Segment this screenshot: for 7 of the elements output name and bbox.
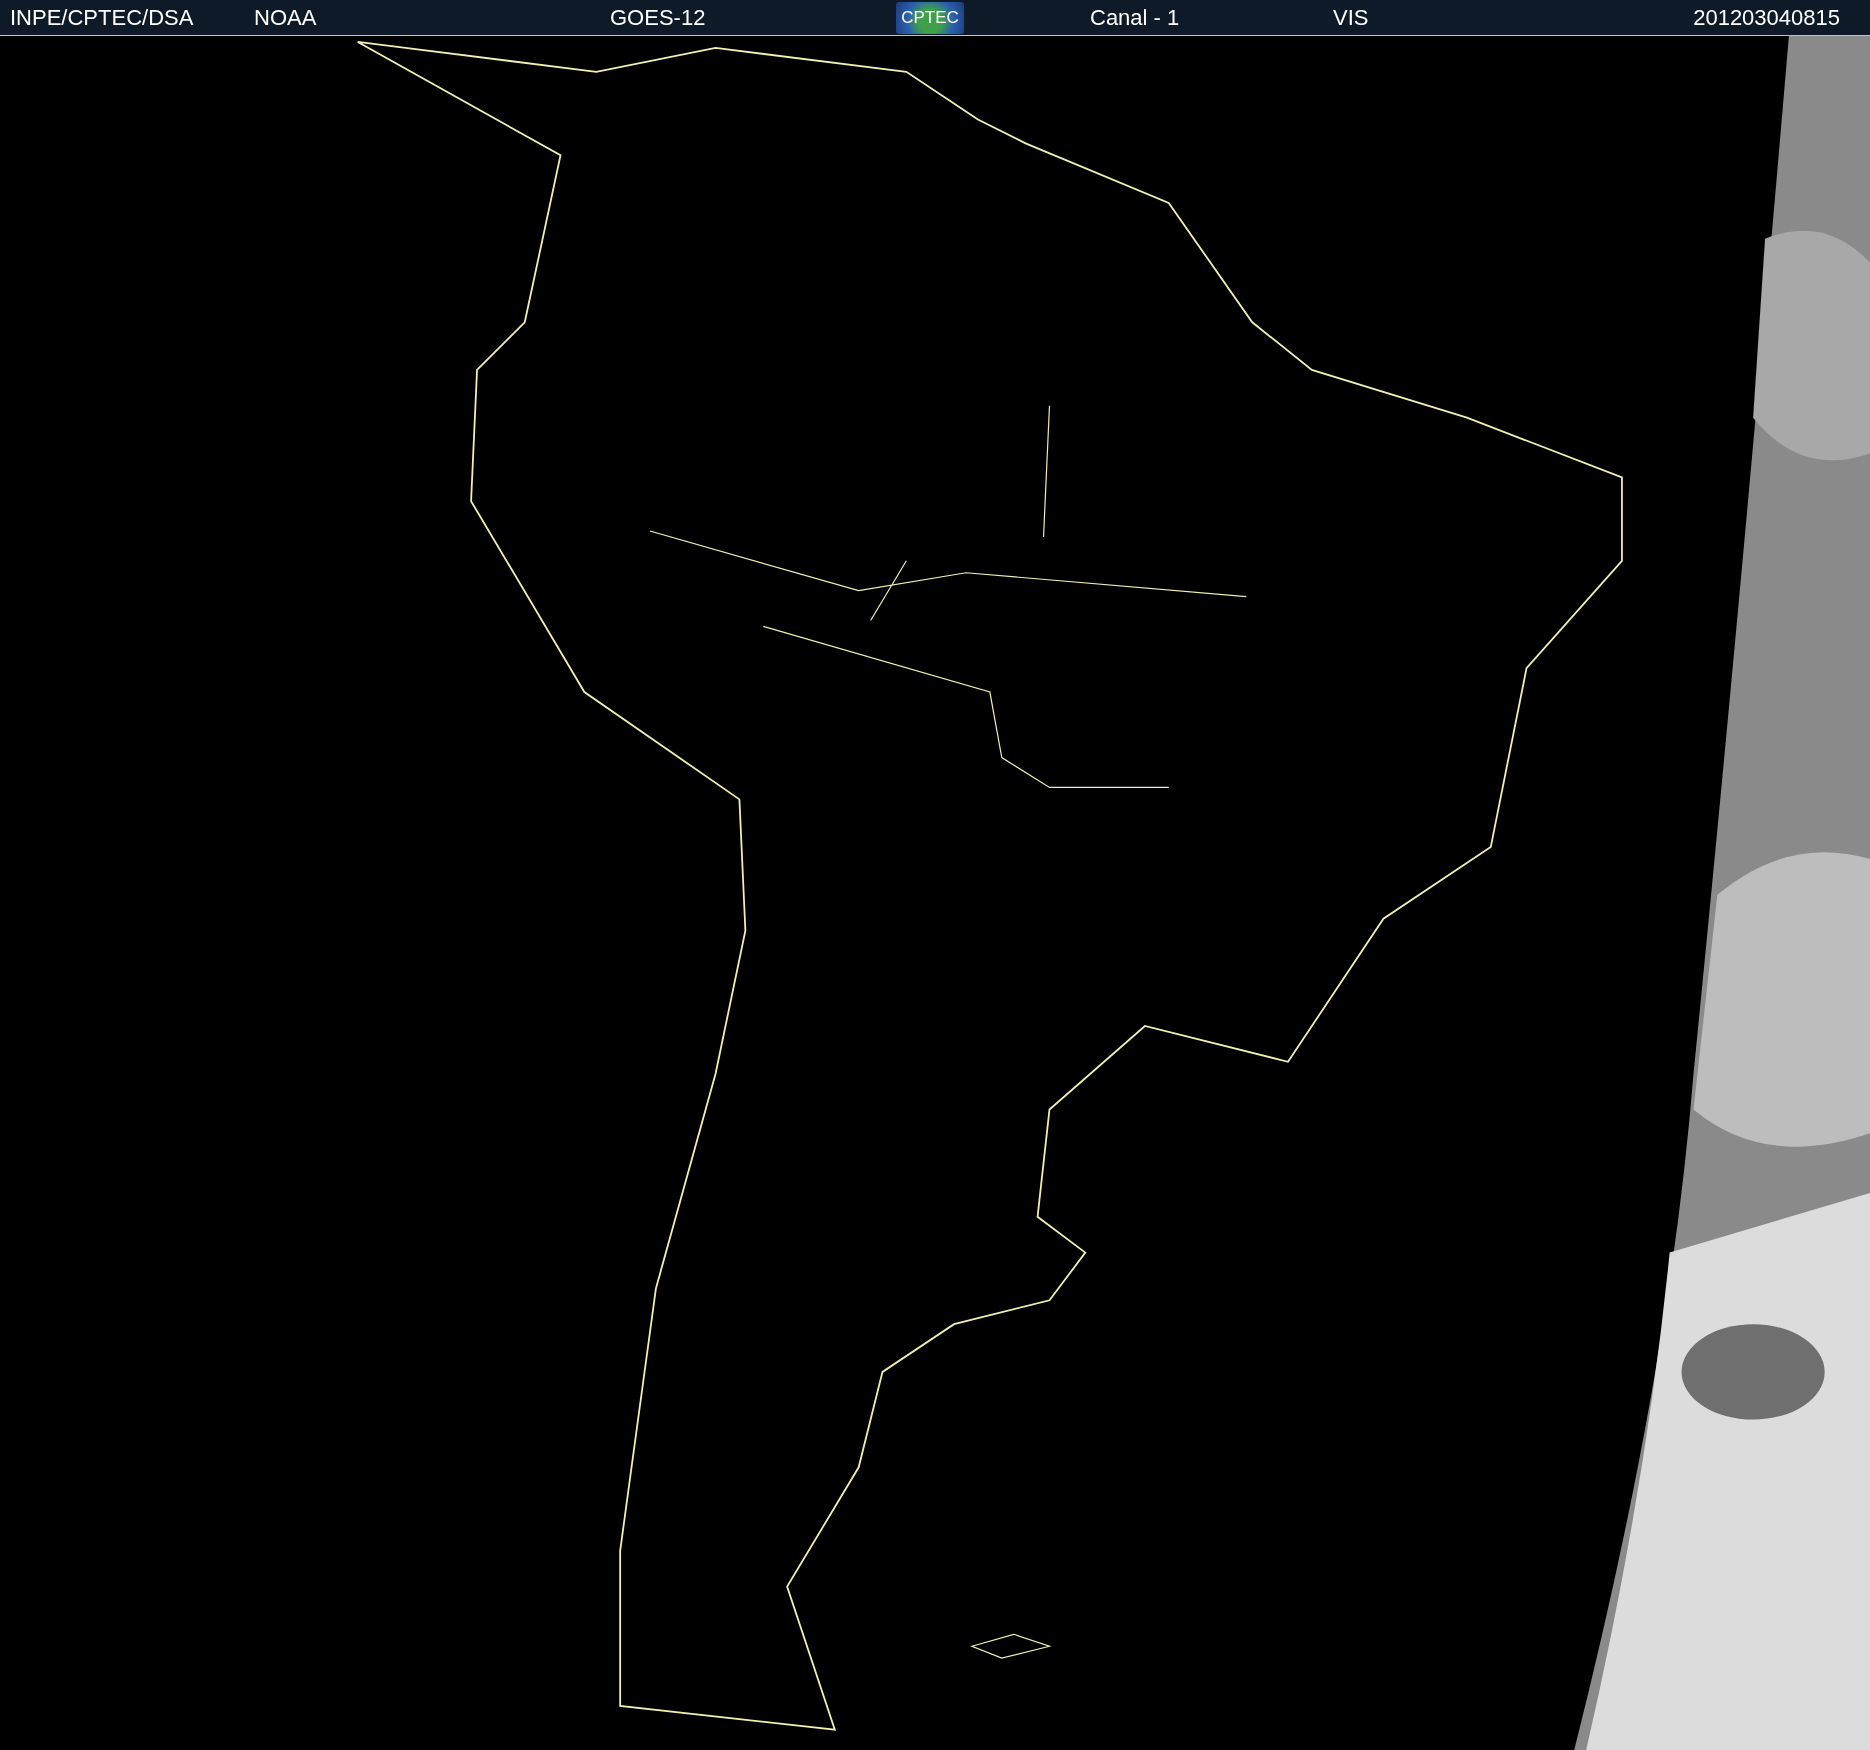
- header-label: Canal - 1: [1090, 4, 1180, 31]
- header-label: GOES-12: [610, 4, 706, 31]
- header-label: NOAA: [254, 4, 317, 31]
- header-label: 201203040815: [1693, 4, 1841, 31]
- header-label: INPE/CPTEC/DSA: [10, 4, 194, 31]
- header-label: VIS: [1333, 4, 1369, 31]
- logo: CPTEC: [896, 1, 964, 34]
